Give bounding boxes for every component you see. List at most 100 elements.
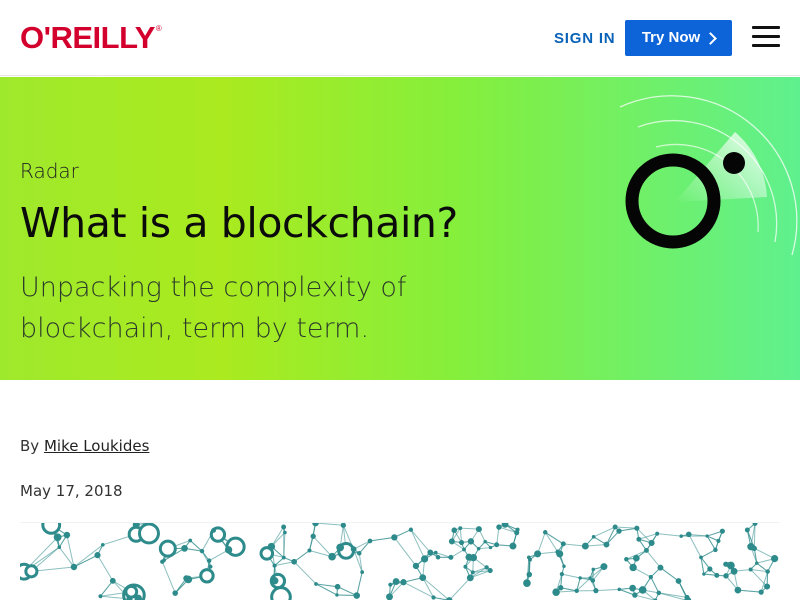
network-node (624, 557, 629, 562)
network-link (358, 540, 371, 554)
oreilly-logo[interactable]: O'REILLY ® (20, 20, 162, 56)
network-node (705, 534, 709, 538)
byline: By Mike Loukides (20, 436, 149, 456)
network-node (744, 527, 750, 533)
network-node (458, 539, 465, 546)
network-node (448, 554, 454, 560)
network-link (73, 554, 98, 568)
network-node (94, 552, 101, 559)
menu-line (752, 26, 780, 29)
network-node (679, 534, 683, 538)
network-node (158, 539, 177, 558)
network-link (561, 573, 581, 579)
author-link[interactable]: Mike Loukides (44, 437, 149, 455)
network-node (514, 530, 520, 536)
registered-mark: ® (155, 24, 162, 33)
network-node (725, 562, 731, 567)
network-node (699, 555, 703, 560)
network-node (588, 576, 592, 580)
network-node (188, 538, 193, 543)
network-link (618, 527, 637, 532)
byline-prefix: By (20, 437, 40, 455)
network-node (314, 582, 318, 586)
radar-icon (619, 95, 798, 256)
network-node (391, 534, 398, 541)
network-node (526, 571, 533, 578)
network-node (534, 550, 542, 558)
network-node (183, 575, 190, 582)
sign-in-link[interactable]: SIGN IN (554, 29, 615, 49)
network-node (206, 558, 212, 563)
network-node (755, 561, 759, 565)
blockchain-network-illustration (20, 522, 780, 600)
network-node (307, 548, 312, 553)
network-node (467, 538, 475, 545)
try-now-label: Try Now (641, 29, 701, 46)
network-node (578, 576, 582, 580)
network-node (367, 538, 373, 544)
network-node (484, 565, 489, 570)
network-node (600, 563, 608, 571)
network-link (737, 589, 762, 593)
network-node (617, 587, 622, 592)
network-node (655, 531, 660, 536)
network-node (591, 534, 596, 539)
network-node (172, 590, 179, 596)
network-node (591, 567, 596, 572)
chevron-right-icon (704, 31, 718, 45)
try-now-button[interactable]: Try Now (625, 20, 732, 56)
network-node (124, 584, 139, 599)
network-node (648, 539, 655, 546)
network-link (356, 572, 363, 596)
network-node (714, 572, 720, 578)
network-node (559, 571, 565, 577)
network-node (748, 567, 753, 572)
logo-wordmark: O'REILLY (20, 20, 155, 55)
network-node (476, 547, 481, 551)
network-node (386, 593, 393, 600)
publish-date: May 17, 2018 (20, 482, 123, 500)
network-node (57, 545, 62, 550)
network-node (719, 528, 725, 534)
network-node (408, 527, 414, 532)
network-node (126, 595, 133, 600)
network-node (353, 592, 361, 599)
network-link (393, 537, 417, 567)
network-node (556, 550, 564, 558)
network-node (685, 531, 692, 538)
network-node (616, 528, 622, 534)
network-link (410, 529, 431, 553)
network-node (41, 523, 62, 535)
network-node (336, 543, 345, 552)
network-node (310, 533, 316, 539)
network-node (335, 593, 339, 597)
section-kicker[interactable]: Radar (20, 158, 79, 184)
network-node (350, 546, 357, 553)
network-node (488, 545, 493, 550)
menu-line (752, 44, 780, 47)
network-node (357, 551, 362, 556)
network-node (634, 525, 640, 531)
network-node (199, 568, 215, 584)
network-node (494, 542, 500, 548)
network-node (70, 563, 78, 571)
hamburger-menu-icon[interactable] (752, 26, 780, 50)
network-node (770, 554, 779, 563)
network-node (360, 570, 365, 575)
network-node (270, 586, 292, 600)
network-node (764, 583, 771, 590)
network-node (648, 574, 653, 580)
network-node (612, 524, 618, 530)
network-link (293, 561, 317, 585)
network-node (211, 527, 217, 533)
network-node (208, 564, 213, 569)
network-node (100, 542, 105, 547)
network-node (656, 590, 662, 596)
network-node (716, 538, 721, 543)
network-node (629, 563, 637, 572)
network-node (109, 577, 116, 584)
network-link (544, 531, 564, 545)
network-node (483, 539, 487, 544)
network-node (638, 586, 647, 594)
network-link (410, 529, 426, 560)
